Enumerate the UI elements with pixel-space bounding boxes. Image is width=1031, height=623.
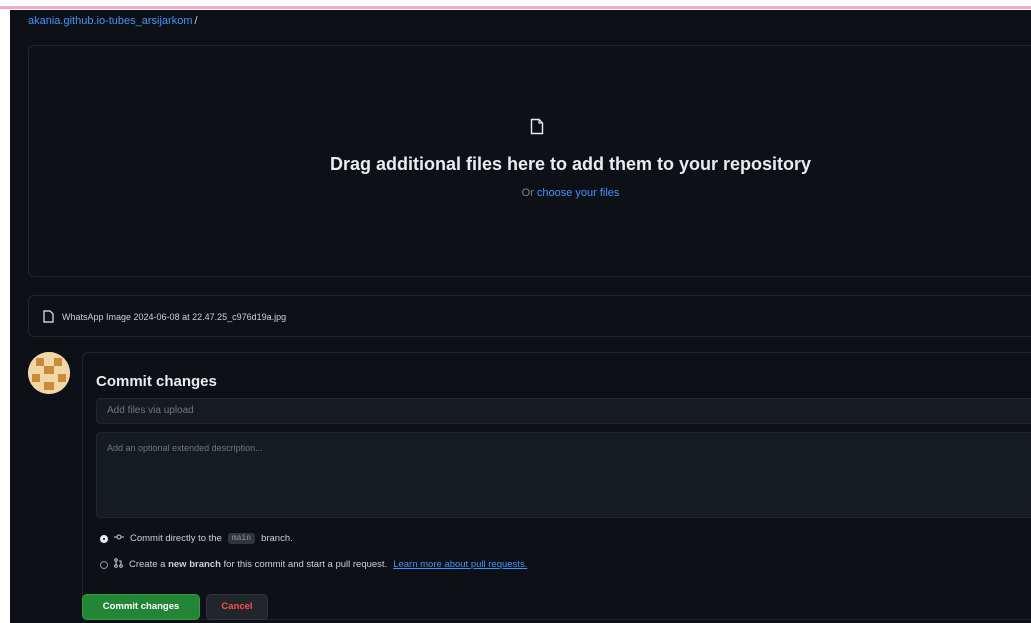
file-icon [530,118,544,140]
branch-name: main [227,533,256,544]
new-branch-text-bold: new branch [168,559,221,570]
commit-panel: Commit changes Add files via upload Add … [82,352,1031,620]
commit-changes-button[interactable]: Commit changes [82,594,200,620]
avatar[interactable] [28,352,70,394]
new-branch-text-b: for this commit and start a pull request… [223,559,388,570]
top-border [0,0,1031,10]
top-accent-line [0,6,1031,9]
file-dropzone[interactable]: Drag additional files here to add them t… [28,45,1031,277]
commit-direct-suffix: branch. [261,533,293,544]
commit-title: Commit changes [96,373,217,390]
uploaded-file-item: WhatsApp Image 2024-06-08 at 22.47.25_c9… [28,295,1031,337]
commit-description-input[interactable]: Add an optional extended description... [96,432,1031,518]
dropzone-or-text: Or [521,187,534,199]
new-branch-text-a: Create a [129,559,166,570]
breadcrumb: akania.github.io-tubes_arsijarkom / [28,15,198,27]
breadcrumb-repo-link[interactable]: akania.github.io-tubes_arsijarkom [28,15,192,27]
new-branch-option[interactable]: Create a new branch for this commit and … [100,558,527,571]
git-commit-icon [114,533,124,544]
radio-new-branch[interactable] [100,560,108,569]
learn-more-pull-requests-link[interactable]: Learn more about pull requests. [393,559,527,570]
cancel-button[interactable]: Cancel [206,594,268,620]
choose-files-link[interactable]: choose your files [537,187,620,199]
git-pull-request-icon [114,558,123,571]
breadcrumb-separator: / [194,15,198,27]
commit-direct-option[interactable]: Commit directly to the main branch. [100,533,293,544]
commit-summary-input[interactable]: Add files via upload [96,398,1031,424]
dropzone-subtext: Or choose your files [29,187,1031,199]
file-icon [43,310,54,328]
uploaded-file-name: WhatsApp Image 2024-06-08 at 22.47.25_c9… [62,312,287,322]
left-edge [0,10,10,623]
commit-direct-prefix: Commit directly to the [130,533,222,544]
radio-commit-direct[interactable] [100,534,108,543]
dropzone-headline: Drag additional files here to add them t… [329,154,812,174]
